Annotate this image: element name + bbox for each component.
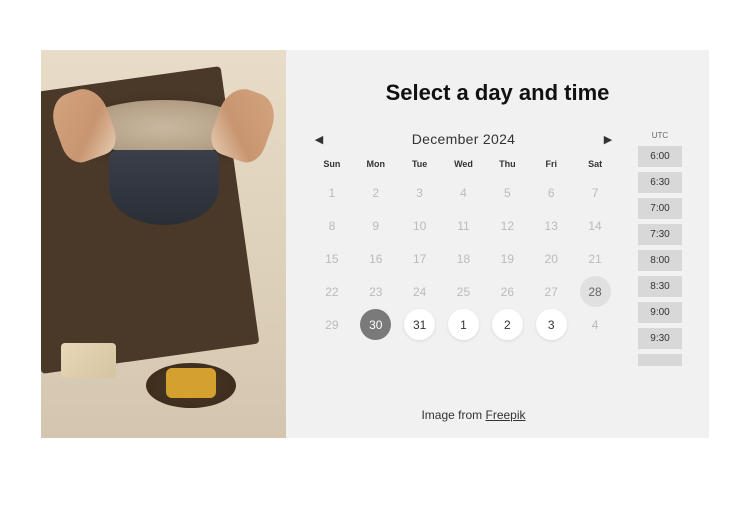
time-slot[interactable]: 6:00: [638, 146, 682, 167]
calendar-day[interactable]: 22: [316, 276, 347, 307]
time-slot[interactable]: 7:30: [638, 224, 682, 245]
calendar-day[interactable]: 18: [448, 243, 479, 274]
calendar-day[interactable]: 28: [580, 276, 611, 307]
calendar-day[interactable]: 2: [360, 177, 391, 208]
prev-month-button[interactable]: ◀: [311, 131, 327, 147]
image-credit: Image from Freepik: [286, 408, 661, 422]
calendar-day[interactable]: 30: [360, 309, 391, 340]
weekday-header: Mon: [355, 159, 397, 169]
calendar-day[interactable]: 8: [316, 210, 347, 241]
calendar-day[interactable]: 24: [404, 276, 435, 307]
calendar-day[interactable]: 14: [580, 210, 611, 241]
calendar-day[interactable]: 27: [536, 276, 567, 307]
calendar-day[interactable]: 23: [360, 276, 391, 307]
calendar-day[interactable]: 11: [448, 210, 479, 241]
time-slot[interactable]: 8:00: [638, 250, 682, 271]
calendar-day[interactable]: 1: [316, 177, 347, 208]
hero-image: [41, 50, 286, 438]
month-year-label: December 2024: [412, 131, 516, 147]
calendar-day[interactable]: 7: [580, 177, 611, 208]
weekday-header: Sat: [574, 159, 616, 169]
page-title: Select a day and time: [311, 80, 684, 106]
weekday-header: Fri: [530, 159, 572, 169]
timezone-label: UTC: [652, 131, 668, 140]
credit-link[interactable]: Freepik: [486, 408, 526, 422]
calendar-day[interactable]: 1: [448, 309, 479, 340]
weekday-header: Wed: [443, 159, 485, 169]
calendar-day[interactable]: 10: [404, 210, 435, 241]
calendar-day[interactable]: 4: [580, 309, 611, 340]
time-slot[interactable]: 9:00: [638, 302, 682, 323]
calendar-day[interactable]: 21: [580, 243, 611, 274]
next-month-button[interactable]: ▶: [600, 131, 616, 147]
calendar-day[interactable]: 5: [492, 177, 523, 208]
calendar-day[interactable]: 6: [536, 177, 567, 208]
booking-card: Select a day and time ◀ December 2024 ▶ …: [41, 50, 709, 438]
time-slot[interactable]: 7:00: [638, 198, 682, 219]
calendar-day[interactable]: 17: [404, 243, 435, 274]
calendar: ◀ December 2024 ▶ SunMonTueWedThuFriSat …: [311, 131, 616, 418]
time-slot[interactable]: 6:30: [638, 172, 682, 193]
calendar-day[interactable]: 15: [316, 243, 347, 274]
calendar-day[interactable]: 3: [404, 177, 435, 208]
calendar-day[interactable]: 26: [492, 276, 523, 307]
calendar-day[interactable]: 16: [360, 243, 391, 274]
weekday-header: Thu: [486, 159, 528, 169]
calendar-day[interactable]: 31: [404, 309, 435, 340]
time-slot-list: UTC 6:00 6:30 7:00 7:30 8:00 8:30 9:00 9:30: [636, 131, 684, 391]
calendar-day[interactable]: 9: [360, 210, 391, 241]
weekday-header: Tue: [399, 159, 441, 169]
weekday-header: Sun: [311, 159, 353, 169]
calendar-day[interactable]: 4: [448, 177, 479, 208]
calendar-day[interactable]: 2: [492, 309, 523, 340]
booking-panel: Select a day and time ◀ December 2024 ▶ …: [286, 50, 709, 438]
calendar-day[interactable]: 25: [448, 276, 479, 307]
time-slot[interactable]: 9:30: [638, 328, 682, 349]
time-slot[interactable]: [638, 354, 682, 366]
calendar-day[interactable]: 19: [492, 243, 523, 274]
calendar-day[interactable]: 29: [316, 309, 347, 340]
calendar-day[interactable]: 13: [536, 210, 567, 241]
calendar-day[interactable]: 12: [492, 210, 523, 241]
calendar-day[interactable]: 3: [536, 309, 567, 340]
time-slot[interactable]: 8:30: [638, 276, 682, 297]
calendar-day[interactable]: 20: [536, 243, 567, 274]
